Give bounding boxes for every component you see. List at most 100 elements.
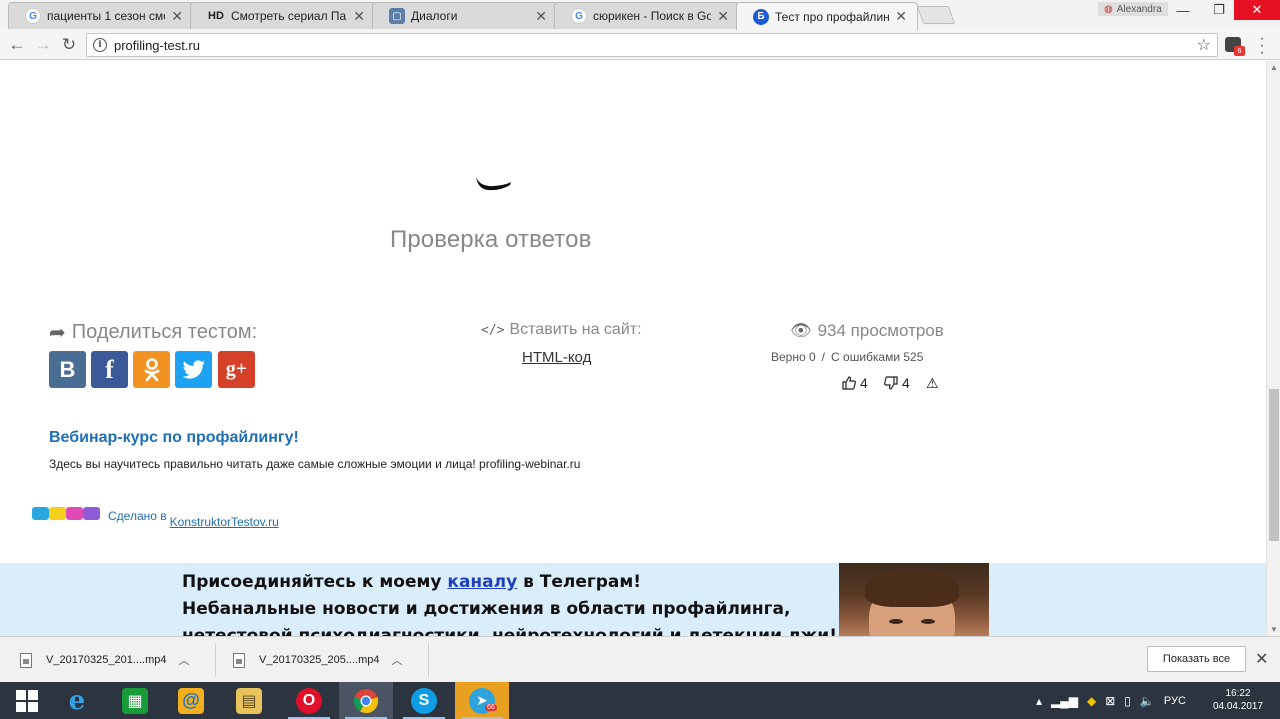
address-bar[interactable]: i profiling-test.ru ☆	[86, 33, 1218, 57]
stats-separator: /	[821, 350, 826, 364]
likes-count: 4	[860, 375, 868, 391]
tab-4[interactable]: G сюрикен - Поиск в Goo ✕	[554, 2, 740, 29]
window-user-name: Alexandra	[1116, 3, 1162, 15]
tab-title: сюрикен - Поиск в Goo	[593, 9, 712, 23]
check-answers-heading: Проверка ответов	[390, 226, 592, 253]
battery-icon[interactable]: ▯	[1124, 694, 1131, 708]
tab-5-active[interactable]: Б Тест про профайлингу ✕	[736, 2, 918, 30]
reload-icon[interactable]: ↻	[58, 34, 80, 56]
html-code-link[interactable]: HTML-код	[522, 349, 591, 366]
share-label: ➦ Поделиться тестом:	[49, 320, 257, 345]
tab-close-icon[interactable]: ✕	[353, 8, 365, 25]
made-in-text: Сделано в	[108, 509, 167, 523]
windows-start-button[interactable]	[0, 682, 54, 719]
new-tab-button[interactable]	[916, 6, 956, 24]
tab-title: пациенты 1 сезон смотр	[47, 9, 165, 23]
chrome-logo	[353, 688, 379, 713]
vk-share-button[interactable]: В	[49, 351, 86, 388]
opera-icon[interactable]: O	[282, 682, 336, 719]
forward-icon[interactable]: →	[32, 34, 54, 56]
tab-2[interactable]: HD Смотреть сериал Пацие ✕	[190, 2, 376, 29]
konstruktor-logo-icon[interactable]	[32, 507, 100, 520]
site-info-icon[interactable]: i	[93, 38, 107, 52]
telegram-icon[interactable]: ➤ 66	[455, 682, 509, 719]
download-item-1[interactable]: V_20170325_201....mp4 ︿	[20, 645, 190, 675]
minimize-icon[interactable]: —	[1166, 0, 1200, 20]
tab-close-icon[interactable]: ✕	[895, 8, 907, 25]
user-icon: ◍	[1104, 3, 1113, 15]
author-photo	[839, 563, 989, 636]
download-filename: V_20170325_205....mp4	[259, 654, 380, 666]
tab-3[interactable]: ▢ Диалоги ✕	[372, 2, 558, 29]
taskbar-clock[interactable]: 16:22 04.04.2017	[1212, 687, 1264, 713]
share-label-text: Поделиться тестом:	[71, 321, 258, 343]
tab-title: Диалоги	[411, 9, 458, 23]
webinar-description: Здесь вы научитесь правильно читать даже…	[49, 457, 581, 471]
twitter-icon	[182, 359, 205, 379]
tab-1[interactable]: G пациенты 1 сезон смотр ✕	[8, 2, 194, 29]
download-item-2[interactable]: V_20170325_205....mp4 ︿	[233, 645, 403, 675]
clock-date: 04.04.2017	[1212, 701, 1264, 712]
google-plus-icon: g+	[225, 358, 248, 380]
google-icon: G	[571, 8, 587, 24]
dislikes-count: 4	[902, 375, 910, 391]
odnoklassniki-share-button[interactable]	[133, 351, 170, 388]
tray-expand-icon[interactable]: ▴	[1036, 694, 1042, 708]
tab-strip: G пациенты 1 сезон смотр ✕ HD Смотреть с…	[0, 0, 1280, 30]
hd-icon: HD	[208, 10, 224, 22]
browser-menu-icon[interactable]: · · ·	[1257, 31, 1267, 61]
input-language[interactable]: РУС	[1164, 695, 1186, 707]
tab-close-icon[interactable]: ✕	[717, 8, 729, 25]
tab-close-icon[interactable]: ✕	[535, 8, 547, 25]
close-shelf-icon[interactable]: ✕	[1255, 649, 1268, 669]
like-button[interactable]: 4	[842, 375, 868, 391]
tray-app-icon[interactable]: ◆	[1087, 694, 1096, 708]
google-plus-share-button[interactable]: g+	[218, 351, 255, 388]
scroll-up-icon[interactable]: ▲	[1270, 63, 1278, 72]
show-all-downloads-button[interactable]: Показать все	[1147, 646, 1246, 672]
correct-count: Верно 0	[771, 350, 816, 364]
network-signal-icon[interactable]: ▂▄▆	[1051, 694, 1078, 708]
embed-label: </> Вставить на сайт:	[481, 321, 642, 339]
facebook-share-button[interactable]: f	[91, 351, 128, 388]
windows-store-icon[interactable]: ▦	[108, 682, 162, 719]
thumbs-up-icon	[842, 376, 856, 390]
windows-taskbar: e ▦ @ ▤ O S ➤ 66 ▴ ▂▄▆ ◆ ⊠ ▯ 🔈 РУС 16:22…	[0, 682, 1280, 719]
outlook-mail-icon[interactable]: @	[164, 682, 218, 719]
page-scrollbar[interactable]: ▲ ▼	[1266, 61, 1280, 636]
video-file-icon	[20, 652, 32, 668]
back-icon[interactable]: ←	[6, 34, 28, 56]
dislike-button[interactable]: 4	[884, 375, 910, 391]
b-icon: Б	[753, 8, 769, 25]
network-warning-icon[interactable]: ⊠	[1105, 694, 1115, 708]
clock-time: 16:22	[1225, 688, 1251, 699]
internet-explorer-icon[interactable]: e	[50, 682, 104, 719]
skype-icon[interactable]: S	[397, 682, 451, 719]
chevron-up-icon[interactable]: ︿	[179, 652, 190, 668]
volume-icon[interactable]: 🔈	[1140, 694, 1155, 708]
url-text[interactable]: profiling-test.ru	[114, 38, 1197, 53]
tab-close-icon[interactable]: ✕	[171, 8, 183, 25]
chevron-up-icon[interactable]: ︿	[392, 652, 403, 668]
eye-icon: 👁	[790, 321, 812, 340]
file-explorer-icon[interactable]: ▤	[222, 682, 276, 719]
report-warning-icon[interactable]: ⚠	[926, 375, 939, 392]
system-tray: ▴ ▂▄▆ ◆ ⊠ ▯ 🔈 РУС	[1036, 682, 1186, 719]
tab-title: Тест про профайлингу	[775, 9, 890, 24]
window-close-icon[interactable]: ✕	[1234, 0, 1280, 20]
tg-line1-start: Присоединяйтесь к моему	[182, 572, 448, 592]
window-user-badge[interactable]: ◍ Alexandra	[1098, 2, 1168, 16]
errors-count: С ошибками 525	[831, 350, 924, 364]
scrollbar-thumb[interactable]	[1269, 389, 1279, 541]
twitter-share-button[interactable]	[175, 351, 212, 388]
webinar-title[interactable]: Вебинар-курс по профайлингу!	[49, 429, 299, 447]
download-filename: V_20170325_201....mp4	[46, 654, 167, 666]
made-in-block: Сделано в KonstruktorTestov.ru	[32, 507, 279, 529]
bookmark-star-icon[interactable]: ☆	[1197, 35, 1211, 55]
scroll-down-icon[interactable]: ▼	[1270, 625, 1278, 634]
chrome-icon[interactable]	[339, 682, 393, 719]
restore-icon[interactable]: ❐	[1202, 0, 1236, 20]
telegram-channel-link[interactable]: каналу	[447, 572, 517, 592]
smile-mark	[476, 177, 511, 191]
konstruktor-link[interactable]: KonstruktorTestov.ru	[170, 515, 279, 529]
